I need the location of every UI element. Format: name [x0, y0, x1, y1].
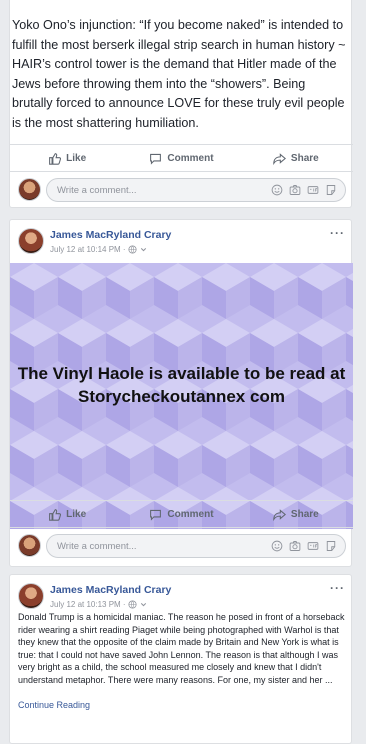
comment-label: Comment [167, 152, 214, 164]
emoji-icon[interactable] [271, 540, 283, 552]
post-timestamp[interactable]: July 12 at 10:14 PM · [50, 245, 126, 254]
comment-button[interactable]: Comment [124, 508, 238, 521]
chevron-down-icon[interactable] [139, 600, 148, 609]
thumbs-up-icon [49, 508, 62, 521]
chevron-down-icon[interactable] [139, 245, 148, 254]
comment-input[interactable]: Write a comment... [46, 178, 346, 202]
post-author[interactable]: James MacRyland Crary [50, 229, 171, 241]
share-label: Share [290, 508, 319, 520]
post-author[interactable]: James MacRyland Crary [50, 584, 171, 596]
share-button[interactable]: Share [239, 508, 353, 521]
globe-icon[interactable] [128, 600, 137, 609]
gif-icon[interactable] [307, 184, 319, 196]
image-text: The Vinyl Haole is available to be read … [17, 364, 346, 406]
comment-icon [150, 153, 162, 165]
post-text: Yoko Ono’s injunction: “If you become na… [12, 18, 346, 130]
post-image[interactable]: The Vinyl Haole is available to be read … [10, 263, 353, 529]
comment-label: Comment [167, 508, 214, 520]
comment-placeholder: Write a comment... [57, 185, 137, 196]
like-label: Like [66, 508, 87, 520]
camera-icon[interactable] [289, 540, 301, 552]
avatar[interactable] [18, 583, 44, 609]
comment-composer: Write a comment... [10, 171, 353, 209]
post-card: James MacRyland Crary July 12 at 10:14 P… [9, 219, 353, 567]
comment-button[interactable]: Comment [124, 152, 238, 165]
sticker-icon[interactable] [325, 184, 337, 196]
more-options-button[interactable]: ··· [330, 226, 345, 240]
comment-placeholder: Write a comment... [57, 541, 137, 552]
avatar[interactable] [18, 228, 44, 254]
camera-icon[interactable] [289, 184, 301, 196]
post-card: Yoko Ono’s injunction: “If you become na… [9, 0, 353, 209]
comment-input[interactable]: Write a comment... [46, 534, 346, 558]
post-card: James MacRyland Crary July 12 at 10:13 P… [9, 574, 352, 744]
avatar[interactable] [18, 534, 41, 557]
thumbs-up-icon [49, 152, 62, 165]
post-meta: July 12 at 10:14 PM · [50, 245, 148, 254]
share-icon [273, 152, 286, 165]
comment-icon [150, 509, 162, 521]
gif-icon[interactable] [307, 540, 319, 552]
post-meta: July 12 at 10:13 PM · [50, 600, 148, 609]
post-actions: Like Comment Share [10, 144, 353, 171]
share-icon [273, 508, 286, 521]
like-label: Like [66, 152, 87, 164]
post-text: Donald Trump is a homicidal maniac. The … [18, 612, 345, 685]
post-timestamp[interactable]: July 12 at 10:13 PM · [50, 600, 126, 609]
more-options-button[interactable]: ··· [330, 581, 345, 595]
continue-reading-link[interactable]: Continue Reading [18, 700, 90, 710]
comment-tools [271, 184, 337, 196]
like-button[interactable]: Like [10, 508, 124, 521]
emoji-icon[interactable] [271, 184, 283, 196]
post-actions: Like Comment Share [10, 500, 353, 527]
share-label: Share [290, 152, 319, 164]
share-button[interactable]: Share [239, 152, 353, 165]
avatar[interactable] [18, 178, 41, 201]
globe-icon[interactable] [128, 245, 137, 254]
comment-composer: Write a comment... [10, 527, 353, 565]
like-button[interactable]: Like [10, 152, 124, 165]
comment-tools [271, 540, 337, 552]
sticker-icon[interactable] [325, 540, 337, 552]
